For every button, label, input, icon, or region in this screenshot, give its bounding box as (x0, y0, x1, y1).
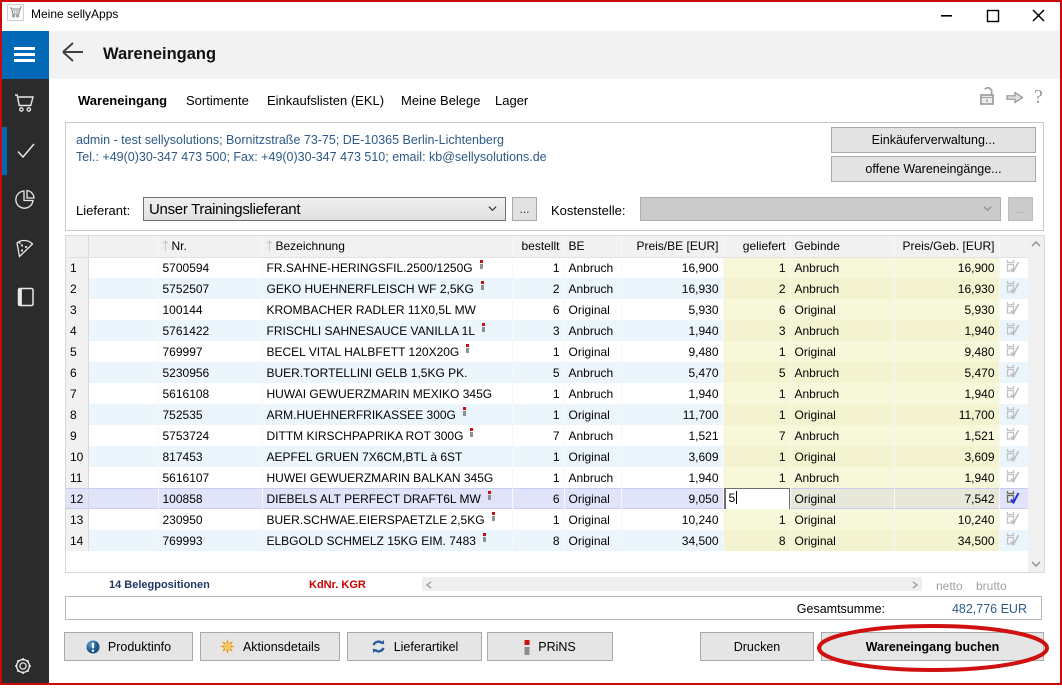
svg-text:?: ? (1034, 86, 1043, 106)
